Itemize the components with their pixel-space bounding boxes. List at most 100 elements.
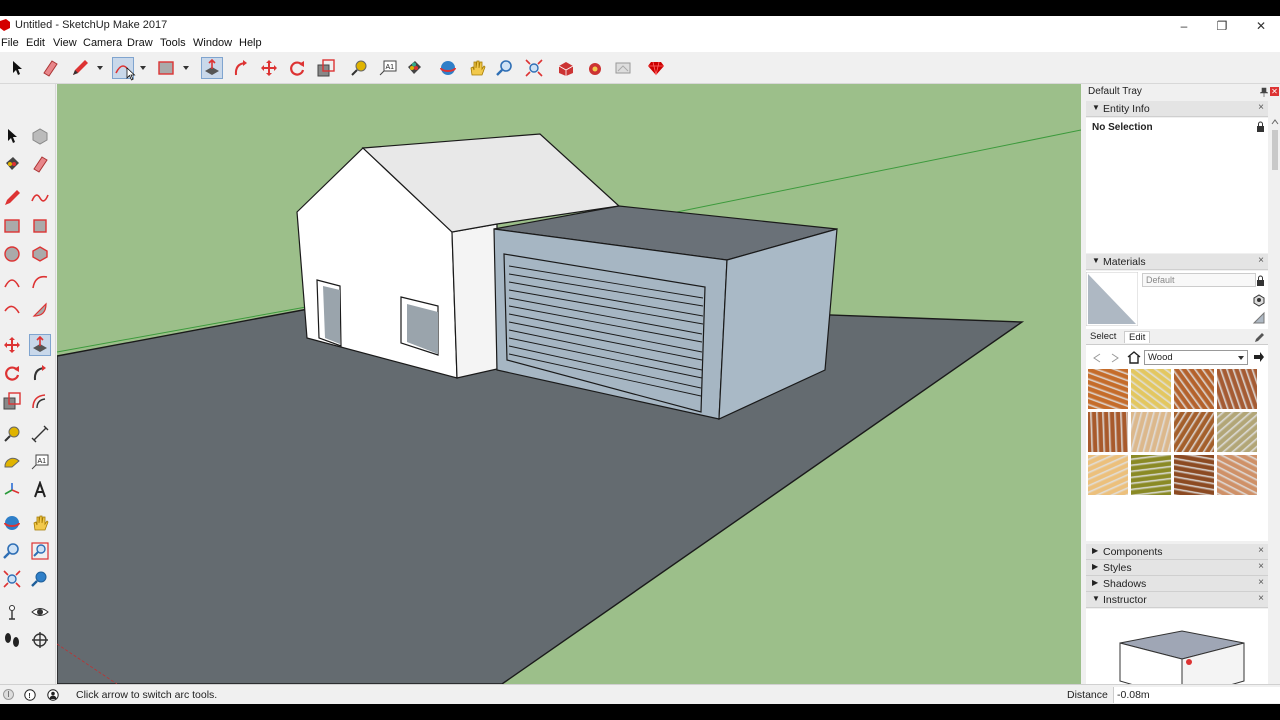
tab-select[interactable]: Select bbox=[1090, 331, 1116, 342]
menu-file[interactable]: File bbox=[1, 37, 19, 49]
layout-tool-button[interactable] bbox=[612, 57, 634, 79]
polygon-tool[interactable] bbox=[29, 243, 51, 265]
material-swatch[interactable] bbox=[1088, 369, 1128, 409]
orbit-tool-button[interactable] bbox=[437, 57, 459, 79]
material-name-field[interactable]: Default bbox=[1142, 273, 1256, 287]
extension-warehouse-tool-button[interactable] bbox=[584, 57, 606, 79]
shape-tools-dropdown-icon[interactable] bbox=[182, 64, 190, 72]
material-swatch[interactable] bbox=[1217, 455, 1257, 495]
close-icon[interactable]: × bbox=[1258, 561, 1264, 572]
section-plane-tool[interactable] bbox=[29, 629, 51, 651]
scrollbar-thumb[interactable] bbox=[1272, 130, 1278, 170]
circle-tool[interactable] bbox=[1, 243, 23, 265]
pin-icon[interactable] bbox=[1260, 87, 1268, 97]
scroll-up-icon[interactable] bbox=[1271, 118, 1279, 126]
scale-tool-button[interactable] bbox=[315, 57, 337, 79]
protractor-tool[interactable] bbox=[1, 451, 23, 473]
styles-header[interactable]: ▶ Styles × bbox=[1086, 560, 1268, 576]
tab-edit[interactable]: Edit bbox=[1124, 331, 1151, 343]
push-pull-tool-button[interactable] bbox=[201, 57, 223, 79]
minimize-button[interactable]: – bbox=[1165, 16, 1203, 35]
material-swatch[interactable] bbox=[1174, 412, 1214, 452]
close-button[interactable]: ✕ bbox=[1242, 16, 1280, 35]
walk-tool[interactable] bbox=[1, 629, 23, 651]
shadows-header[interactable]: ▶ Shadows × bbox=[1086, 576, 1268, 592]
menu-tools[interactable]: Tools bbox=[160, 37, 186, 49]
material-swatch[interactable] bbox=[1174, 369, 1214, 409]
pie-tool[interactable] bbox=[29, 299, 51, 321]
restore-button[interactable]: ❐ bbox=[1203, 16, 1241, 35]
forward-arrow-icon[interactable] bbox=[1110, 353, 1120, 363]
select-tool[interactable] bbox=[1, 125, 23, 147]
zoom-extents-tool[interactable] bbox=[1, 568, 23, 590]
move-tool[interactable] bbox=[1, 334, 23, 356]
material-swatch[interactable] bbox=[1217, 369, 1257, 409]
tape-measure-tool[interactable] bbox=[1, 423, 23, 445]
3d-text-tool[interactable] bbox=[29, 479, 51, 501]
material-swatch[interactable] bbox=[1174, 455, 1214, 495]
look-around-tool[interactable] bbox=[29, 601, 51, 623]
make-component-tool[interactable] bbox=[29, 125, 51, 147]
previous-view-tool[interactable] bbox=[29, 568, 51, 590]
rotate-tool[interactable] bbox=[1, 362, 23, 384]
material-swatch[interactable] bbox=[1088, 412, 1128, 452]
line-tools-dropdown-icon[interactable] bbox=[96, 64, 104, 72]
warehouse-tool-button[interactable] bbox=[555, 57, 577, 79]
arc-tool[interactable] bbox=[1, 271, 23, 293]
material-swatch[interactable] bbox=[1131, 369, 1171, 409]
paint-bucket-tool-button[interactable] bbox=[403, 57, 425, 79]
user-account-icon[interactable] bbox=[47, 689, 59, 701]
close-icon[interactable]: × bbox=[1258, 593, 1264, 604]
rotate-tool-button[interactable] bbox=[286, 57, 308, 79]
create-material-icon[interactable] bbox=[1252, 293, 1266, 307]
display-secondary-pane-icon[interactable] bbox=[1252, 311, 1266, 325]
lock-icon[interactable] bbox=[1256, 121, 1265, 132]
freehand-tool[interactable] bbox=[29, 187, 51, 209]
close-icon[interactable]: × bbox=[1258, 102, 1264, 113]
text-tool-button[interactable]: A1 bbox=[377, 57, 399, 79]
dimension-tool[interactable] bbox=[29, 423, 51, 445]
close-icon[interactable]: × bbox=[1258, 577, 1264, 588]
menu-camera[interactable]: Camera bbox=[83, 37, 122, 49]
material-swatch[interactable] bbox=[1088, 455, 1128, 495]
arc-tools-dropdown-icon[interactable] bbox=[139, 64, 147, 72]
measurements-input[interactable]: -0.08m bbox=[1113, 687, 1280, 703]
menu-window[interactable]: Window bbox=[193, 37, 232, 49]
select-tool-button[interactable] bbox=[6, 57, 28, 79]
move-tool-button[interactable] bbox=[258, 57, 280, 79]
tape-measure-tool-button[interactable] bbox=[348, 57, 370, 79]
eraser-tool[interactable] bbox=[29, 153, 51, 175]
text-tool[interactable]: A1 bbox=[29, 451, 51, 473]
tray-scrollbar[interactable] bbox=[1270, 118, 1280, 684]
rectangle-tool-button[interactable] bbox=[155, 57, 177, 79]
back-arrow-icon[interactable] bbox=[1092, 353, 1102, 363]
materials-header[interactable]: ▼ Materials × bbox=[1086, 254, 1268, 270]
tray-close-icon[interactable]: ✕ bbox=[1270, 87, 1279, 96]
material-swatch[interactable] bbox=[1131, 455, 1171, 495]
entity-info-header[interactable]: ▼ Entity Info × bbox=[1086, 101, 1268, 117]
two-point-arc-tool[interactable] bbox=[29, 271, 51, 293]
line-tool-button[interactable] bbox=[69, 57, 91, 79]
credits-icon[interactable]: ! bbox=[24, 689, 36, 701]
pan-tool[interactable] bbox=[29, 512, 51, 534]
push-pull-tool[interactable] bbox=[29, 334, 51, 356]
menu-help[interactable]: Help bbox=[239, 37, 262, 49]
zoom-window-tool[interactable] bbox=[29, 540, 51, 562]
menu-view[interactable]: View bbox=[53, 37, 77, 49]
material-swatch[interactable] bbox=[1131, 412, 1171, 452]
pan-tool-button[interactable] bbox=[466, 57, 488, 79]
axes-tool[interactable] bbox=[1, 479, 23, 501]
follow-me-tool-button[interactable] bbox=[230, 57, 252, 79]
menu-draw[interactable]: Draw bbox=[127, 37, 153, 49]
position-camera-tool[interactable] bbox=[1, 601, 23, 623]
zoom-extents-tool-button[interactable] bbox=[523, 57, 545, 79]
three-point-arc-tool[interactable] bbox=[1, 299, 23, 321]
scale-tool[interactable] bbox=[1, 390, 23, 412]
rectangle-tool[interactable] bbox=[1, 215, 23, 237]
paint-bucket-tool[interactable] bbox=[1, 153, 23, 175]
line-tool[interactable] bbox=[1, 187, 23, 209]
close-icon[interactable]: × bbox=[1258, 545, 1264, 556]
details-arrow-icon[interactable] bbox=[1253, 351, 1265, 363]
orbit-tool[interactable] bbox=[1, 512, 23, 534]
eraser-tool-button[interactable] bbox=[39, 57, 61, 79]
